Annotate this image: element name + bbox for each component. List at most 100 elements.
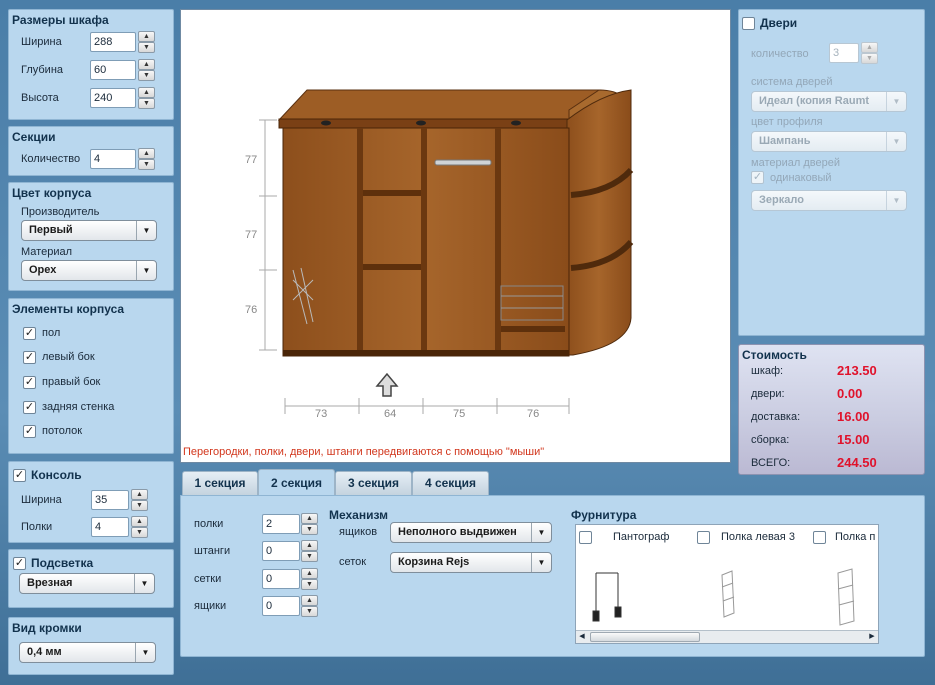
net-mech-select[interactable]: Корзина Rejs ▼ [390, 552, 552, 573]
material-select[interactable]: Орех ▼ [21, 260, 157, 281]
back-wall-checkbox[interactable]: ✓ [23, 401, 36, 414]
profile-color-select[interactable]: Шампань ▼ [751, 131, 907, 152]
rods-input[interactable]: 0 [262, 541, 300, 561]
chevron-down-icon[interactable]: ▼ [301, 606, 318, 617]
tab-section-2[interactable]: 2 секция [258, 469, 335, 496]
width-stepper[interactable]: ▲ ▼ [138, 31, 155, 53]
left-side-label: левый бок [42, 351, 95, 363]
console-width-stepper[interactable]: ▲ ▼ [131, 489, 148, 511]
chevron-down-icon[interactable]: ▼ [138, 98, 155, 109]
height-input[interactable]: 240 [90, 88, 136, 108]
doors-count-input[interactable]: 3 [829, 43, 859, 63]
chevron-up-icon[interactable]: ▲ [138, 148, 155, 159]
chevron-down-icon[interactable]: ▼ [131, 527, 148, 538]
shelves-label: полки [194, 518, 224, 530]
chevron-down-icon[interactable]: ▼ [131, 500, 148, 511]
doors-checkbox[interactable] [742, 17, 755, 30]
cost-panel: Стоимость шкаф: 213.50 двери: 0.00 доста… [738, 344, 925, 475]
pantograph-checkbox[interactable] [579, 531, 592, 544]
floor-checkbox[interactable]: ✓ [23, 327, 36, 340]
hardware-scrollbar[interactable]: ◀ ▶ [576, 630, 878, 643]
dropdown-arrow-icon: ▼ [136, 261, 156, 280]
chevron-up-icon[interactable]: ▲ [301, 568, 318, 579]
cost-delivery-value: 16.00 [837, 409, 870, 424]
tab-section-4[interactable]: 4 секция [412, 471, 489, 495]
door-material-select[interactable]: Зеркало ▼ [751, 190, 907, 211]
ceiling-checkbox[interactable]: ✓ [23, 425, 36, 438]
chevron-down-icon[interactable]: ▼ [301, 579, 318, 590]
pantograph-label: Пантограф [613, 531, 670, 543]
nets-input[interactable]: 0 [262, 569, 300, 589]
edge-select[interactable]: 0,4 мм ▼ [19, 642, 156, 663]
drawer-mech-select[interactable]: Неполного выдвижен ▼ [390, 522, 552, 543]
doors-count-stepper[interactable]: ▲ ▼ [861, 42, 878, 64]
arrow-up-icon[interactable] [375, 372, 399, 397]
chevron-up-icon[interactable]: ▲ [861, 42, 878, 53]
cost-title: Стоимость [742, 348, 807, 362]
chevron-down-icon[interactable]: ▼ [301, 551, 318, 562]
dim-left-2: 77 [245, 229, 258, 241]
chevron-up-icon[interactable]: ▲ [301, 513, 318, 524]
shelf-left-checkbox[interactable] [697, 531, 710, 544]
same-material-label: одинаковый [770, 172, 832, 184]
chevron-up-icon[interactable]: ▲ [138, 31, 155, 42]
console-width-input[interactable]: 35 [91, 490, 129, 510]
shelves-input[interactable]: 2 [262, 514, 300, 534]
console-shelves-input[interactable]: 4 [91, 517, 129, 537]
height-stepper[interactable]: ▲ ▼ [138, 87, 155, 109]
maker-value: Первый [29, 224, 73, 236]
sections-count-input[interactable]: 4 [90, 149, 136, 169]
sections-stepper[interactable]: ▲ ▼ [138, 148, 155, 170]
divider [357, 128, 363, 352]
chevron-down-icon[interactable]: ▼ [138, 42, 155, 53]
light-hole [511, 120, 521, 126]
scroll-thumb[interactable] [590, 632, 700, 642]
nets-stepper[interactable]: ▲ ▼ [301, 568, 318, 590]
dim-left-1: 77 [245, 154, 258, 166]
edge-title: Вид кромки [12, 621, 82, 635]
rods-label: штанги [194, 545, 231, 557]
door-system-value: Идеал (копия Raumt [759, 95, 870, 107]
tab-section-1[interactable]: 1 секция [182, 471, 258, 495]
material-label: Материал [21, 246, 72, 258]
shelf-right-checkbox[interactable] [813, 531, 826, 544]
maker-select[interactable]: Первый ▼ [21, 220, 157, 241]
depth-input[interactable]: 60 [90, 60, 136, 80]
door-system-select[interactable]: Идеал (копия Raumt ▼ [751, 91, 907, 112]
drawers-input[interactable]: 0 [262, 596, 300, 616]
chevron-down-icon[interactable]: ▼ [138, 70, 155, 81]
wardrobe-preview[interactable]: 77 77 76 73 64 75 76 Перегородки, полки,… [180, 9, 731, 463]
body-elements-title: Элементы корпуса [12, 302, 125, 316]
chevron-up-icon[interactable]: ▲ [131, 489, 148, 500]
hardware-list[interactable]: Пантограф Полка левая 3 Полка п ◀ ▶ [575, 524, 879, 644]
wardrobe-drawing[interactable] [181, 10, 730, 462]
rods-stepper[interactable]: ▲ ▼ [301, 540, 318, 562]
chevron-up-icon[interactable]: ▲ [138, 87, 155, 98]
chevron-up-icon[interactable]: ▲ [138, 59, 155, 70]
right-side-checkbox[interactable]: ✓ [23, 376, 36, 389]
lighting-select[interactable]: Врезная ▼ [19, 573, 155, 594]
divider [421, 128, 427, 352]
dropdown-arrow-icon: ▼ [135, 643, 155, 662]
chevron-up-icon[interactable]: ▲ [131, 516, 148, 527]
shelf [501, 326, 565, 332]
console-checkbox[interactable]: ✓ [13, 469, 26, 482]
drawers-stepper[interactable]: ▲ ▼ [301, 595, 318, 617]
depth-stepper[interactable]: ▲ ▼ [138, 59, 155, 81]
shelves-stepper[interactable]: ▲ ▼ [301, 513, 318, 535]
lighting-checkbox[interactable]: ✓ [13, 557, 26, 570]
left-side-checkbox[interactable]: ✓ [23, 351, 36, 364]
chevron-down-icon[interactable]: ▼ [861, 53, 878, 64]
same-material-checkbox[interactable]: ✓ [751, 171, 764, 184]
cost-assembly-value: 15.00 [837, 432, 870, 447]
doors-panel: Двери количество 3 ▲ ▼ система дверей Иде… [738, 9, 925, 336]
scroll-left-icon[interactable]: ◀ [576, 631, 588, 643]
scroll-right-icon[interactable]: ▶ [866, 631, 878, 643]
chevron-down-icon[interactable]: ▼ [301, 524, 318, 535]
console-shelves-stepper[interactable]: ▲ ▼ [131, 516, 148, 538]
width-input[interactable]: 288 [90, 32, 136, 52]
chevron-down-icon[interactable]: ▼ [138, 159, 155, 170]
tab-section-3[interactable]: 3 секция [335, 471, 412, 495]
chevron-up-icon[interactable]: ▲ [301, 595, 318, 606]
chevron-up-icon[interactable]: ▲ [301, 540, 318, 551]
